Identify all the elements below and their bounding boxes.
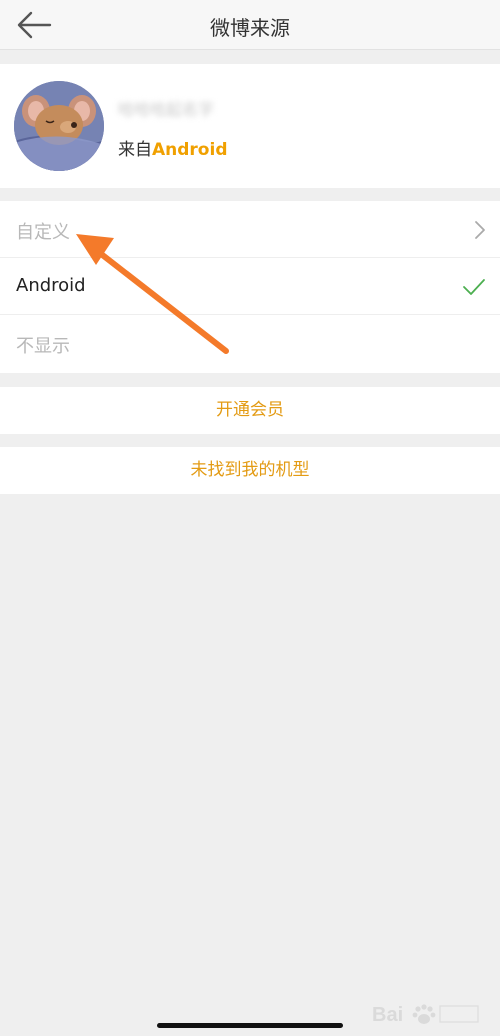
username: 哈哈哈起名字 [118, 100, 215, 119]
source-value: Android [152, 140, 228, 160]
avatar [14, 81, 104, 171]
profile-card: 哈哈哈起名字 来自Android [0, 64, 500, 188]
source-options-list: 自定义 Android 不显示 [0, 201, 500, 373]
option-label: 不显示 [16, 336, 70, 357]
option-android[interactable]: Android [0, 258, 500, 315]
page-title: 微博来源 [210, 16, 290, 40]
source-line: 来自Android [118, 135, 228, 160]
screen: 微博来源 哈哈哈起名字 来自Android 自定义 Android 不显示 开通… [0, 0, 500, 1036]
option-custom[interactable]: 自定义 [0, 201, 500, 258]
model-not-found-button[interactable]: 未找到我的机型 [0, 447, 500, 494]
check-icon [463, 279, 485, 295]
option-label: Android [16, 275, 86, 296]
home-indicator [157, 1023, 343, 1028]
open-vip-button[interactable]: 开通会员 [0, 387, 500, 434]
option-hide[interactable]: 不显示 [0, 315, 500, 372]
option-label: 自定义 [16, 222, 70, 243]
nav-header: 微博来源 [0, 0, 500, 50]
source-prefix: 来自 [118, 140, 152, 160]
watermark-logo-icon: Bai [372, 1004, 479, 1026]
svg-text:Bai: Bai [372, 1004, 403, 1026]
chevron-right-icon [475, 221, 485, 239]
